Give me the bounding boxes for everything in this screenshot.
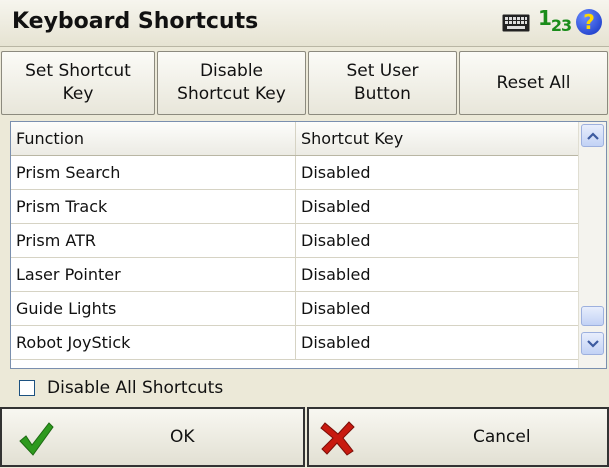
ok-label: OK (170, 427, 195, 447)
table-row[interactable]: Prism ATR Disabled (11, 224, 580, 258)
function-cell: Robot JoyStick (11, 326, 296, 359)
cancel-label: Cancel (473, 427, 531, 447)
toolbar: Set Shortcut Key Disable Shortcut Key Se… (0, 51, 609, 116)
reset-all-button[interactable]: Reset All (459, 51, 608, 115)
keyboard-icon[interactable] (502, 14, 530, 32)
function-cell: Laser Pointer (11, 258, 296, 291)
vertical-scrollbar[interactable] (578, 122, 606, 368)
table-header: Function Shortcut Key (11, 122, 580, 156)
set-user-button-button[interactable]: Set User Button (308, 51, 457, 115)
column-header-function[interactable]: Function (11, 122, 296, 155)
scrollbar-thumb[interactable] (581, 306, 604, 326)
cancel-x-icon (320, 421, 355, 456)
help-icon[interactable]: ? (576, 9, 602, 35)
set-shortcut-key-button[interactable]: Set Shortcut Key (1, 51, 155, 115)
column-header-shortcut-key[interactable]: Shortcut Key (296, 122, 580, 155)
function-cell: Guide Lights (11, 292, 296, 325)
table-row[interactable]: Robot JoyStick Disabled (11, 326, 580, 360)
disable-shortcut-key-button[interactable]: Disable Shortcut Key (157, 51, 306, 115)
scroll-down-icon[interactable] (581, 332, 604, 355)
shortcut-cell: Disabled (301, 333, 371, 352)
cancel-button[interactable]: Cancel (307, 407, 609, 467)
table-row[interactable]: Laser Pointer Disabled (11, 258, 580, 292)
shortcut-cell: Disabled (301, 265, 371, 284)
ok-button[interactable]: OK (0, 407, 305, 467)
scroll-up-icon[interactable] (581, 124, 604, 147)
table-row[interactable]: Prism Search Disabled (11, 156, 580, 190)
123-input-icon[interactable]: 123 (538, 6, 572, 35)
title-bar: Keyboard Shortcuts 123 ? (0, 0, 609, 47)
function-cell: Prism ATR (11, 224, 296, 257)
table-row[interactable]: Prism Track Disabled (11, 190, 580, 224)
shortcut-cell: Disabled (301, 231, 371, 250)
shortcut-cell: Disabled (301, 163, 371, 182)
disable-all-shortcuts-label: Disable All Shortcuts (47, 378, 224, 398)
disable-all-shortcuts-checkbox[interactable] (19, 380, 35, 396)
shortcut-cell: Disabled (301, 299, 371, 318)
shortcuts-table: Function Shortcut Key Prism Search Disab… (10, 121, 607, 369)
checkmark-icon (19, 422, 54, 456)
window-title: Keyboard Shortcuts (12, 9, 259, 34)
function-cell: Prism Track (11, 190, 296, 223)
shortcut-cell: Disabled (301, 197, 371, 216)
disable-all-shortcuts-option[interactable]: Disable All Shortcuts (19, 375, 223, 401)
function-cell: Prism Search (11, 156, 296, 189)
table-row[interactable]: Guide Lights Disabled (11, 292, 580, 326)
